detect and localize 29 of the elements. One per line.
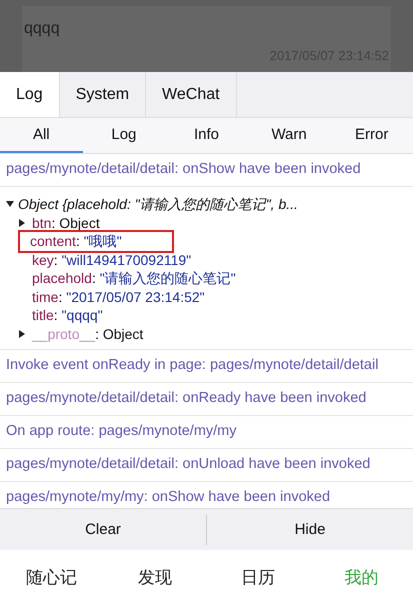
object-property: key: "will1494170092119" (31, 250, 192, 270)
object-summary: Object {placehold: "请输入您的随心笔记", b... (18, 195, 298, 214)
collapsed-triangle-icon[interactable] (18, 328, 26, 339)
hide-button[interactable]: Hide (206, 514, 413, 544)
nav-tab[interactable]: 发现 (103, 565, 206, 590)
log-message: pages/mynote/detail/detail: onUnload have been invoked (6, 455, 372, 474)
log-message: On app route: pages/mynote/my/my (6, 422, 238, 441)
object-property: btn: Object (31, 214, 101, 232)
log-message: pages/mynote/my/my: onShow have been invoked (6, 488, 332, 507)
clear-button[interactable]: Clear (0, 514, 206, 544)
console-tab[interactable]: Log (0, 72, 60, 117)
filter-tab[interactable]: Warn (248, 118, 330, 153)
note-title: qqqq (24, 20, 60, 38)
nav-tab[interactable]: 日历 (206, 565, 310, 590)
log-message: pages/mynote/detail/detail: onShow have been invoked (6, 160, 362, 179)
collapsed-triangle-icon[interactable] (18, 218, 26, 228)
expanded-triangle-icon[interactable] (6, 199, 14, 210)
nav-tab[interactable]: 随心记 (0, 565, 104, 590)
object-property: placehold: "请输入您的随心笔记" (31, 269, 237, 288)
highlighted-property: content: "哦哦" (18, 230, 174, 252)
object-property: title: "qqqq" (31, 306, 104, 325)
filter-tab[interactable]: Error (330, 118, 413, 153)
filter-tab[interactable]: All (0, 118, 83, 153)
object-property: __proto__: Object (30, 324, 144, 344)
log-message: Invoke event onReady in page: pages/mynote/detail/detail (6, 356, 380, 375)
object-property: time: "2017/05/07 23:14:52" (31, 288, 206, 306)
log-message: pages/mynote/detail/detail: onReady have been invoked (6, 389, 368, 408)
filter-tab[interactable]: Log (82, 118, 166, 153)
filter-tab[interactable]: Info (165, 118, 248, 153)
